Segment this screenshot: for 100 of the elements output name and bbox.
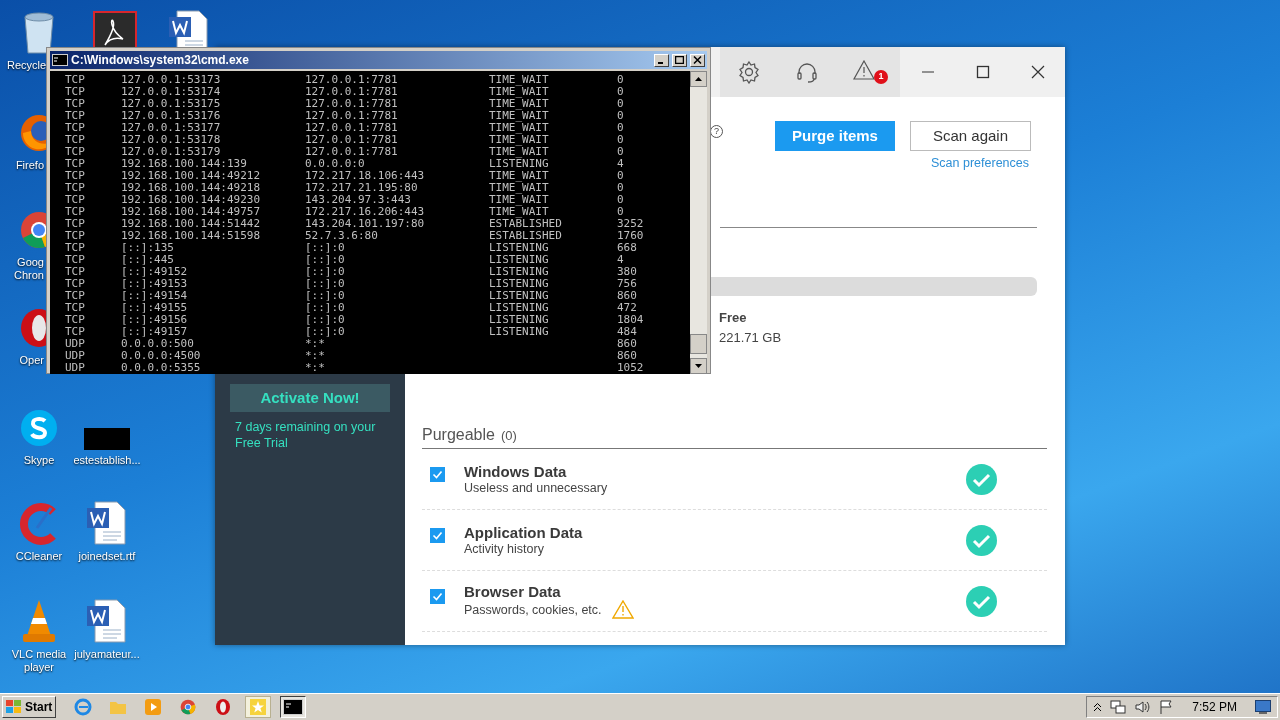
console-text: [::]:49152 — [121, 266, 189, 278]
warning-icon[interactable] — [853, 60, 875, 80]
console-text: LISTENING — [489, 290, 550, 302]
console-text: TCP — [65, 122, 86, 134]
scan-again-button[interactable]: Scan again — [910, 121, 1031, 151]
console-text: 127.0.0.1:7781 — [305, 110, 399, 122]
console-text: TIME_WAIT — [489, 170, 550, 182]
console-text: 0 — [617, 86, 624, 98]
document-icon — [85, 598, 129, 644]
maximize-icon[interactable] — [975, 65, 990, 79]
console-text: TCP — [65, 74, 86, 86]
show-desktop-icon[interactable] — [1255, 700, 1271, 714]
speaker-icon[interactable] — [1134, 699, 1151, 715]
star-icon — [249, 698, 268, 716]
console-text: LISTENING — [489, 254, 550, 266]
console-text: 127.0.0.1:7781 — [305, 146, 399, 158]
console-text: LISTENING — [489, 302, 550, 314]
console-text: 192.168.100.144:51442 — [121, 218, 262, 230]
console-text: 127.0.0.1:53178 — [121, 134, 222, 146]
network-icon[interactable] — [1110, 699, 1127, 715]
console-icon — [52, 54, 68, 66]
scroll-down-icon[interactable] — [690, 358, 707, 374]
console-text: 192.168.100.144:49218 — [121, 182, 262, 194]
console-title: C:\Windows\system32\cmd.exe — [71, 52, 250, 69]
console-text: 192.168.100.144:49230 — [121, 194, 262, 206]
console-text: 127.0.0.1:53177 — [121, 122, 222, 134]
console-text: TCP — [65, 146, 86, 158]
console-text: LISTENING — [489, 326, 550, 338]
console-text: TIME_WAIT — [489, 206, 549, 218]
trial-text: 7 days remaining on your Free Trial — [234, 419, 377, 451]
scroll-thumb[interactable] — [690, 334, 707, 354]
check-circle-icon — [966, 524, 997, 556]
taskbar-app[interactable] — [280, 696, 307, 718]
notification-badge: 1 — [874, 70, 888, 84]
console-text: 127.0.0.1:53173 — [121, 74, 222, 86]
console-text: [::]:0 — [305, 242, 346, 254]
console-text: TCP — [65, 134, 86, 146]
checkbox[interactable] — [430, 588, 445, 604]
console-text: [::]:49153 — [121, 278, 189, 290]
console-text: 4 — [617, 158, 624, 170]
console-text: TIME_WAIT — [489, 134, 550, 146]
checkbox[interactable] — [430, 466, 445, 482]
console-text: TIME_WAIT — [489, 110, 550, 122]
desktop-icon-label[interactable]: estestablish... — [73, 454, 141, 467]
console-text: LISTENING — [489, 314, 550, 326]
console-text: [::]:0 — [305, 278, 346, 290]
console-text: UDP — [65, 338, 86, 350]
console-text: [::]:0 — [305, 266, 346, 278]
console-text: [::]:0 — [305, 314, 346, 326]
console-text: 192.168.100.144:49212 — [121, 170, 262, 182]
console-text: [::]:0 — [305, 302, 346, 314]
scroll-up-icon[interactable] — [690, 71, 707, 87]
settings-icon[interactable] — [737, 60, 761, 84]
minimize-icon[interactable] — [654, 53, 669, 67]
console-text: ESTABLISHED — [489, 218, 563, 230]
console-text: TCP — [65, 98, 86, 110]
console-text: TCP — [65, 170, 86, 182]
browser-e-icon — [74, 698, 93, 716]
console-text: 172.217.21.195:80 — [305, 182, 419, 194]
clock[interactable]: 7:52 PM — [1192, 698, 1237, 716]
console-text: [::]:49156 — [121, 314, 189, 326]
desktop-icon-label[interactable]: Goog Chron — [7, 256, 44, 282]
desktop-icon-label[interactable]: Firefo — [7, 159, 44, 172]
desktop-icon-label[interactable]: Recycle — [7, 59, 44, 72]
console-text: 756 — [617, 278, 637, 290]
console-text: TCP — [65, 206, 86, 218]
purge-button[interactable]: Purge items — [775, 121, 895, 151]
start-button[interactable]: Start — [2, 696, 57, 718]
console-text: 860 — [617, 290, 637, 302]
scan-preferences-link[interactable]: Scan preferences — [931, 154, 1029, 173]
desktop-icon-label[interactable]: Oper — [7, 354, 44, 367]
desktop-icon-label[interactable]: CCleaner — [15, 550, 63, 563]
console-text: LISTENING — [489, 158, 550, 170]
console-text: 380 — [617, 266, 637, 278]
console-text: 0 — [617, 182, 624, 194]
console-text: [::]:0 — [305, 254, 346, 266]
console-text: [::]:445 — [121, 254, 175, 266]
checkbox[interactable] — [430, 527, 445, 543]
desktop-icon-label[interactable]: julyamateur... — [74, 648, 140, 661]
close-icon[interactable] — [1030, 65, 1045, 79]
console-text: 127.0.0.1:53174 — [121, 86, 222, 98]
console-text: 0.0.0.0:5355 — [121, 362, 202, 374]
console-text: LISTENING — [489, 266, 550, 278]
console-text: ESTABLISHED — [489, 230, 563, 242]
desktop-icon-label[interactable]: Skype — [23, 454, 55, 467]
console-text: 172.217.18.106:443 — [305, 170, 426, 182]
desktop-icon-label[interactable]: joinedset.rtf — [78, 550, 136, 563]
flag-icon[interactable] — [1158, 699, 1175, 715]
activate-button[interactable]: Activate Now! — [230, 384, 390, 412]
console-text: TIME_WAIT — [489, 74, 550, 86]
check-icon — [432, 468, 443, 480]
desktop-icon-label[interactable]: VLC media player — [8, 648, 70, 674]
opera-icon — [215, 698, 232, 716]
console-text: 0 — [617, 110, 624, 122]
headset-icon[interactable] — [795, 60, 819, 84]
scrollbar[interactable] — [690, 71, 707, 374]
console-text: TCP — [65, 290, 86, 302]
chevron-up-icon[interactable] — [1093, 702, 1103, 712]
console-text: 0.0.0.0:500 — [121, 338, 195, 350]
console-text: 3252 — [617, 218, 644, 230]
